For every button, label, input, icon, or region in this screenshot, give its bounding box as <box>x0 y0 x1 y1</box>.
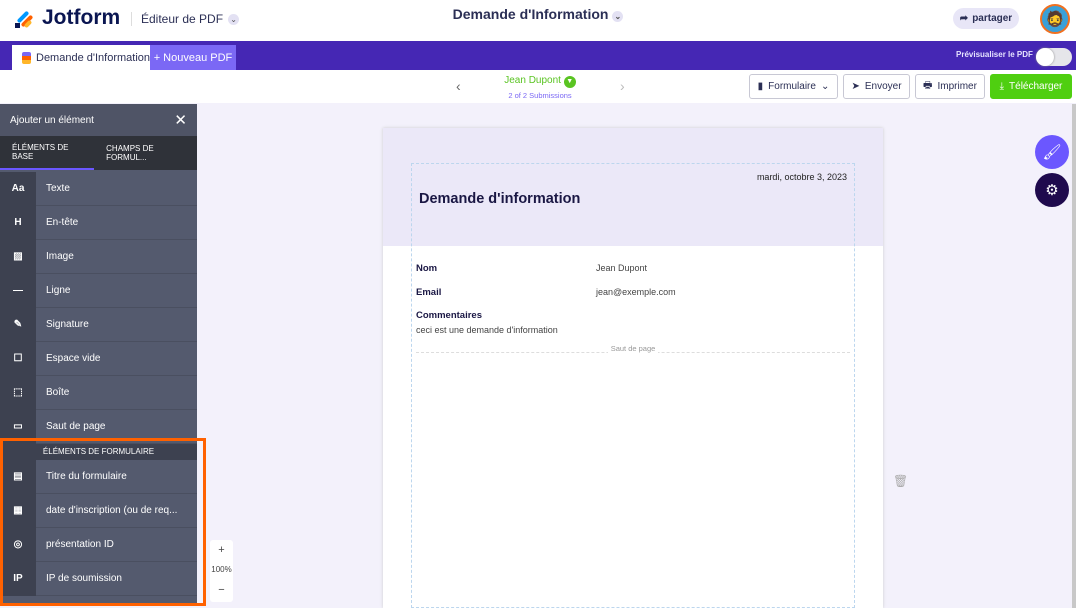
print-label: Imprimer <box>937 81 977 92</box>
avatar[interactable]: 🧔 <box>1040 4 1070 34</box>
submission-name-text: Jean Dupont <box>504 75 561 86</box>
trash-icon[interactable]: 🗑 <box>893 474 908 488</box>
form-title[interactable]: Demande d'Information ⌄ <box>0 6 1076 22</box>
send-icon: ➤ <box>851 81 860 92</box>
text-icon: Aa <box>0 171 36 206</box>
image-icon: ▨ <box>0 239 36 274</box>
element-label: En-tête <box>46 217 79 228</box>
panel-tabs: ÉLÉMENTS DE BASE CHAMPS DE FORMUL... <box>0 136 197 170</box>
element-label: Boîte <box>46 387 70 398</box>
element-item-text[interactable]: Aa Texte <box>0 171 197 206</box>
preview-pdf-label: Prévisualiser le PDF <box>956 50 1033 59</box>
share-label: partager <box>972 13 1013 24</box>
element-item-spacer[interactable]: ☐ Espace vide <box>0 341 197 376</box>
download-button[interactable]: ⤓ Télécharger <box>990 74 1072 99</box>
download-icon: ⤓ <box>999 81 1005 92</box>
gear-icon: ⚙ <box>1045 182 1059 199</box>
share-icon: ➦ <box>959 13 969 24</box>
tab-form-fields[interactable]: CHAMPS DE FORMUL... <box>94 136 197 170</box>
element-label: Signature <box>46 319 89 330</box>
close-icon[interactable]: ✕ <box>174 111 187 129</box>
chevron-down-icon: ⌄ <box>820 81 830 92</box>
comments-label: Commentaires <box>416 310 482 321</box>
element-label: Image <box>46 251 74 262</box>
box-icon: ⬚ <box>0 375 36 410</box>
field-label: Nom <box>416 263 438 274</box>
document-title[interactable]: Demande d'information <box>419 191 580 207</box>
field-label: Email <box>416 287 442 298</box>
spacer-icon: ☐ <box>0 341 36 376</box>
submission-name[interactable]: Jean Dupont ▼ <box>440 75 640 88</box>
element-item-image[interactable]: ▨ Image <box>0 239 197 274</box>
chevron-down-icon: ⌄ <box>612 11 624 22</box>
zoom-control: + 100% − <box>210 540 233 602</box>
signature-icon: ✎ <box>0 307 36 342</box>
submission-count: 2 of 2 Submissions <box>508 91 572 100</box>
print-button[interactable]: 🖶 Imprimer <box>915 74 985 99</box>
panel-title: Ajouter un élément <box>10 114 94 126</box>
element-item-signature[interactable]: ✎ Signature <box>0 307 197 342</box>
form-label: Formulaire <box>768 81 816 92</box>
form-dropdown-button[interactable]: ▮ Formulaire ⌄ <box>749 74 838 99</box>
page-break-label[interactable]: Saut de page <box>608 344 658 353</box>
field-value: Jean Dupont <box>596 263 648 273</box>
panel-header: Ajouter un élément ✕ <box>0 104 197 136</box>
zoom-level: 100% <box>211 565 232 574</box>
preview-pdf-toggle[interactable] <box>1036 48 1072 66</box>
element-item-header[interactable]: H En-tête <box>0 205 197 240</box>
new-pdf-tab[interactable]: + Nouveau PDF <box>150 45 236 70</box>
highlight-box <box>0 438 206 606</box>
tab-basic-elements[interactable]: ÉLÉMENTS DE BASE <box>0 136 95 170</box>
field-value: jean@exemple.com <box>596 287 676 297</box>
element-label: Saut de page <box>46 421 106 432</box>
element-item-box[interactable]: ⬚ Boîte <box>0 375 197 410</box>
element-label: Ligne <box>46 285 71 296</box>
paint-roller-button[interactable]: 🖌 <box>1035 135 1069 169</box>
send-button[interactable]: ➤ Envoyer <box>843 74 910 99</box>
element-label: Texte <box>46 183 70 194</box>
settings-button[interactable]: ⚙ <box>1035 173 1069 207</box>
content-area <box>411 163 855 608</box>
share-button[interactable]: ➦ partager <box>953 8 1019 29</box>
element-label: Espace vide <box>46 353 101 364</box>
download-label: Télécharger <box>1009 81 1063 92</box>
submission-navigator: ‹ Jean Dupont ▼ 2 of 2 Submissions › <box>440 72 640 102</box>
zoom-out-button[interactable]: − <box>210 580 233 600</box>
element-item-line[interactable]: — Ligne <box>0 273 197 308</box>
send-label: Envoyer <box>864 81 902 92</box>
paint-roller-icon: 🖌 <box>1042 144 1062 161</box>
zoom-in-button[interactable]: + <box>210 540 233 560</box>
form-title-text: Demande d'Information <box>452 6 609 22</box>
chevron-down-icon: ▼ <box>563 76 576 88</box>
printer-icon: 🖶 <box>923 80 933 91</box>
tab-document[interactable]: Demande d'Information <box>12 45 150 70</box>
tab-label: Demande d'Information <box>36 51 150 64</box>
header-icon: H <box>0 205 36 240</box>
form-icon: ▮ <box>757 81 764 92</box>
document-icon <box>22 51 31 64</box>
comments-value: ceci est une demande d'information <box>416 325 558 335</box>
next-submission-icon[interactable]: › <box>620 78 625 94</box>
document-date[interactable]: mardi, octobre 3, 2023 <box>700 172 847 182</box>
line-icon: — <box>0 273 36 308</box>
scrollbar[interactable] <box>1072 104 1076 608</box>
